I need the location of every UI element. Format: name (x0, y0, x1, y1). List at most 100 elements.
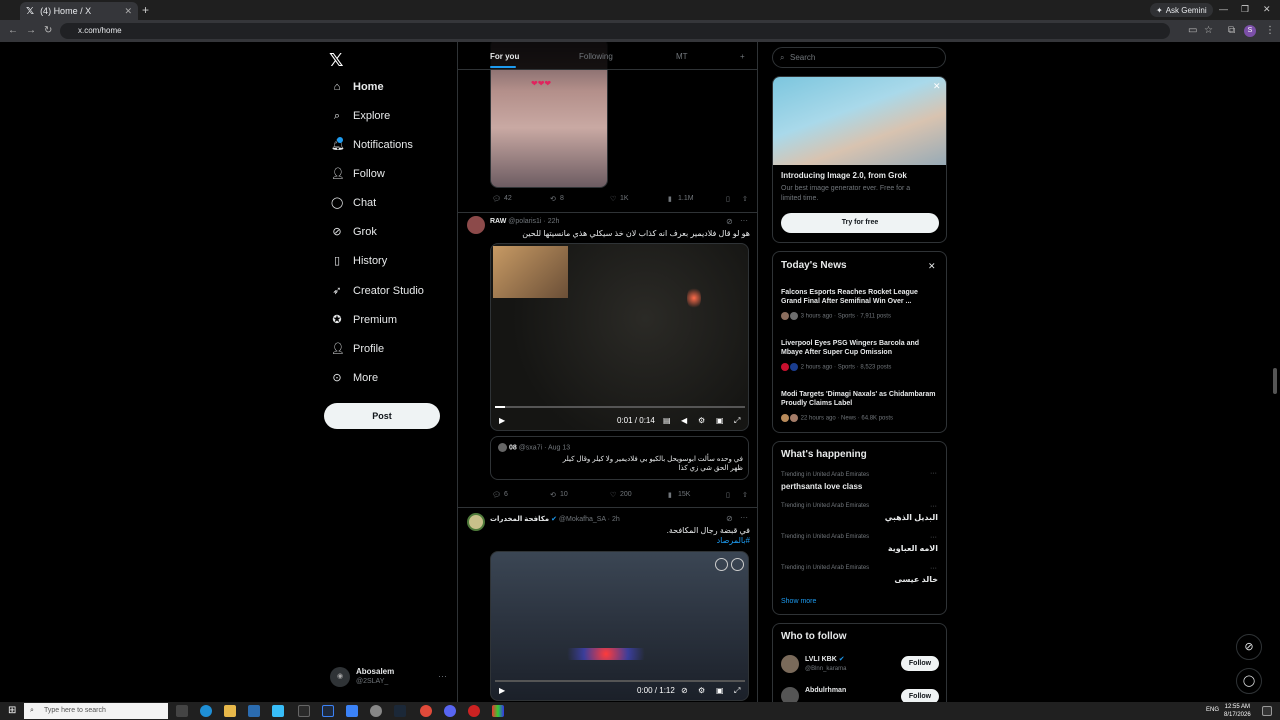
video-progress-track[interactable] (495, 406, 745, 408)
tab-for-you[interactable]: For you (490, 52, 519, 61)
tweet3-avatar[interactable] (467, 513, 485, 531)
sidebar-item-profile[interactable]: 👤︎ Profile (331, 343, 384, 355)
file-explorer-icon[interactable] (224, 705, 236, 717)
sidebar-item-follow[interactable]: 👤︎ Follow (331, 168, 385, 180)
news-headline[interactable]: Liverpool Eyes PSG Wingers Barcola and M… (781, 339, 939, 357)
steam-icon[interactable] (394, 705, 406, 717)
sidebar-item-creator-studio[interactable]: ➶ Creator Studio (331, 285, 424, 297)
like-icon[interactable]: ♡ (610, 195, 616, 203)
trend-name[interactable]: الامه العباوية (888, 544, 938, 553)
reload-icon[interactable]: ↻ (44, 25, 52, 36)
sidebar-item-grok[interactable]: ⊘ Grok (331, 226, 376, 238)
x-logo-icon[interactable]: 𝕏 (329, 50, 344, 71)
messages-fab-icon[interactable]: ◯ (1236, 668, 1262, 694)
ask-gemini-button[interactable]: ✦ Ask Gemini (1150, 3, 1213, 17)
discord-icon[interactable] (444, 705, 456, 717)
browser-tab[interactable]: 𝕏 (4) Home / X ✕ (20, 2, 138, 20)
show-more-link[interactable]: Show more (781, 598, 816, 605)
search-input[interactable]: ⌕ Search (772, 47, 946, 68)
grok-fab-icon[interactable]: ⊘ (1236, 634, 1262, 660)
tweet2-avatar[interactable] (467, 216, 485, 234)
repost-icon[interactable]: ⟲ (550, 491, 556, 499)
bookmark-icon[interactable]: ▯ (726, 491, 730, 499)
sidebar-item-history[interactable]: ▯ History (331, 255, 387, 267)
post-button[interactable]: Post (324, 403, 440, 429)
views-icon[interactable]: ▮ (668, 195, 672, 203)
trend-more-icon[interactable]: ··· (930, 503, 937, 510)
restore-icon[interactable]: ❐ (1241, 4, 1249, 15)
repost-icon[interactable]: ⟲ (550, 195, 556, 203)
try-for-free-button[interactable]: Try for free (781, 213, 939, 233)
app-icon[interactable] (492, 705, 504, 717)
wtf-avatar[interactable] (781, 655, 799, 673)
account-more-icon[interactable]: ··· (438, 671, 447, 681)
settings-icon[interactable]: ⚙ (698, 416, 705, 425)
tweet3-video[interactable]: ▶ 0:00 / 1:12 ⊘ ⚙ ▣ ⤢ (490, 551, 749, 701)
share-icon[interactable]: ⇧ (742, 195, 748, 203)
tweet3-name[interactable]: مكافحة المخدرات (490, 516, 549, 523)
grok-tweet-icon[interactable]: ⊘ (726, 514, 733, 523)
like-icon[interactable]: ♡ (610, 491, 616, 499)
wtf-name[interactable]: LVLI KBK ✔ (805, 655, 845, 663)
tweet3-handle[interactable]: @Mokafha_SA (559, 516, 606, 523)
browser-menu-icon[interactable]: ⋮ (1265, 25, 1275, 36)
app-icon[interactable] (468, 705, 480, 717)
edge-icon[interactable] (200, 705, 212, 717)
wtf-name[interactable]: Abdulrhman (805, 687, 846, 694)
sidebar-item-notifications[interactable]: 🔔︎ Notifications (331, 139, 413, 151)
sidebar-item-chat[interactable]: ◯ Chat (331, 197, 376, 209)
tab-close-icon[interactable]: ✕ (124, 6, 132, 17)
pip-icon[interactable]: ▣ (716, 416, 724, 425)
trend-more-icon[interactable]: ··· (930, 534, 937, 541)
tweet3-time[interactable]: 2h (612, 516, 620, 523)
minimize-icon[interactable]: — (1219, 4, 1228, 14)
sidebar-item-home[interactable]: ⌂ Home (331, 81, 384, 93)
tweet3-more-icon[interactable]: ··· (740, 513, 748, 522)
grok-tweet-icon[interactable]: ⊘ (726, 217, 733, 226)
sidebar-item-premium[interactable]: ✪ Premium (331, 314, 397, 326)
play-icon[interactable]: ▶ (499, 686, 505, 695)
tab-following[interactable]: Following (579, 52, 613, 61)
close-icon[interactable]: ✕ (933, 81, 941, 92)
reply-icon[interactable]: 💬︎ (492, 491, 501, 499)
settings-icon[interactable]: ⚙ (698, 686, 705, 695)
bookmark-star-icon[interactable]: ☆ (1204, 25, 1213, 36)
app-icon[interactable] (272, 705, 284, 717)
reply-icon[interactable]: 💬︎ (492, 195, 501, 203)
close-icon[interactable]: ✕ (928, 261, 936, 272)
trend-more-icon[interactable]: ··· (930, 565, 937, 572)
url-bar[interactable]: x.com/home (60, 23, 1170, 39)
news-headline[interactable]: Modi Targets 'Dimagi Naxals' as Chidamba… (781, 390, 939, 408)
captions-icon[interactable]: ▤ (663, 416, 671, 425)
settings-app-icon[interactable] (370, 705, 382, 717)
sidebar-item-explore[interactable]: ⌕ Explore (331, 110, 390, 122)
play-icon[interactable]: ▶ (499, 416, 505, 425)
share-icon[interactable]: ⇧ (742, 491, 748, 499)
fullscreen-icon[interactable]: ⤢ (734, 686, 740, 696)
app-icon[interactable] (298, 705, 310, 717)
browser-profile-avatar[interactable]: S (1244, 25, 1256, 37)
bookmark-icon[interactable]: ▯ (726, 195, 730, 203)
taskbar-clock[interactable]: 12:55 AM 8/17/2026 (1224, 703, 1251, 719)
notifications-icon[interactable] (1262, 706, 1272, 716)
mute-icon[interactable]: ⊘ (681, 686, 688, 695)
tweet2-time[interactable]: 22h (548, 218, 560, 225)
views-icon[interactable]: ▮ (668, 491, 672, 499)
task-view-icon[interactable] (176, 705, 188, 717)
forward-icon[interactable]: → (26, 25, 36, 36)
tab-mt[interactable]: MT (676, 52, 688, 61)
tweet2-video[interactable]: ▶ 0:01 / 0:14 ▤ ◀︎ ⚙ ▣ ⤢ (490, 243, 749, 431)
windows-start-icon[interactable]: ⊞ (8, 705, 16, 716)
mail-icon[interactable] (248, 705, 260, 717)
pip-icon[interactable]: ▣ (716, 686, 724, 695)
video-progress-track[interactable] (495, 680, 745, 682)
extensions-icon[interactable]: ⧉ (1228, 25, 1235, 36)
tweet3-hashtag[interactable]: #بالمرصاد (490, 536, 750, 545)
quote-tweet[interactable]: 08 @sxa7i · Aug 13 في وحده سألت ابوسويحل… (490, 436, 749, 480)
trend-name[interactable]: خالد عيسى (894, 575, 938, 584)
back-icon[interactable]: ← (8, 25, 18, 36)
app-icon[interactable] (346, 705, 358, 717)
trend-more-icon[interactable]: ··· (930, 470, 937, 477)
new-tab-button[interactable]: + (142, 3, 149, 17)
x-app-icon[interactable] (322, 705, 334, 717)
